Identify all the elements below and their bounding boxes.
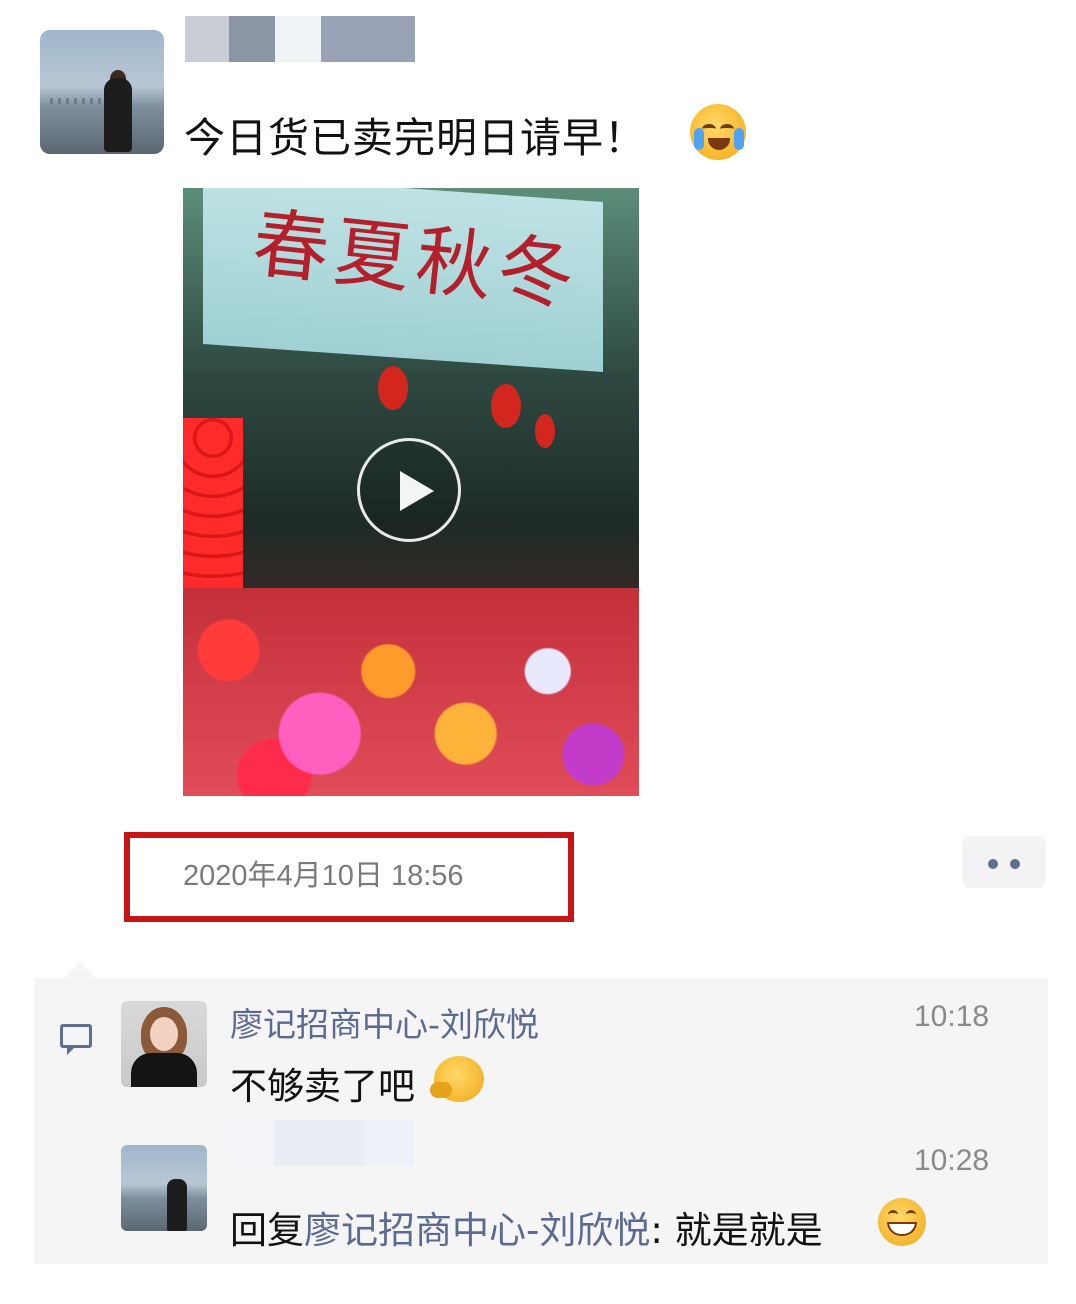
comment-text: 不够卖了吧 bbox=[230, 1065, 415, 1108]
emoji-hand bbox=[430, 1082, 452, 1098]
reply-separator: : bbox=[650, 1209, 675, 1252]
emoji-tear bbox=[694, 128, 704, 150]
blur-block bbox=[274, 1120, 364, 1166]
emoji-teeth bbox=[887, 1222, 917, 1236]
blur-block bbox=[185, 16, 229, 62]
avatar-birds bbox=[50, 98, 110, 104]
emoji-eye bbox=[888, 1210, 898, 1219]
commenter-name[interactable]: 廖记招商中心-刘欣悦 bbox=[230, 998, 539, 1046]
timestamp-highlight-box bbox=[124, 832, 574, 922]
blur-block bbox=[229, 16, 275, 62]
poster-name-blurred[interactable] bbox=[185, 16, 415, 62]
replier-name-blurred[interactable] bbox=[228, 1120, 414, 1166]
reply-prefix: 回复 bbox=[230, 1209, 304, 1252]
avatar-person bbox=[167, 1179, 187, 1231]
laugh-cry-emoji bbox=[690, 104, 746, 160]
blur-block bbox=[321, 16, 415, 62]
avatar-body bbox=[131, 1053, 197, 1087]
lantern bbox=[535, 414, 555, 448]
commenter-avatar[interactable] bbox=[121, 1001, 207, 1087]
emoji-eye bbox=[906, 1210, 916, 1219]
emoji-mouth bbox=[708, 138, 730, 150]
dot bbox=[988, 859, 998, 869]
more-dots-icon[interactable] bbox=[962, 836, 1046, 888]
avatar-person bbox=[104, 78, 132, 152]
emoji-eye bbox=[720, 124, 734, 134]
blur-block bbox=[228, 1120, 274, 1166]
comment-time: 10:28 bbox=[914, 1144, 990, 1177]
flower-baskets bbox=[183, 588, 639, 796]
lantern bbox=[378, 366, 408, 410]
reply-text-line: 回复廖记招商中心-刘欣悦: 就是就是 bbox=[230, 1200, 823, 1254]
emoji-tear bbox=[734, 128, 744, 150]
reply-body: 就是就是 bbox=[674, 1209, 823, 1252]
lantern bbox=[491, 384, 521, 428]
replier-avatar[interactable] bbox=[121, 1145, 207, 1231]
post-text: 今日货已卖完明日请早！ bbox=[184, 114, 646, 162]
video-thumbnail[interactable]: 春夏秋冬 bbox=[183, 188, 639, 796]
comments-caret bbox=[64, 962, 96, 978]
blur-block bbox=[364, 1120, 414, 1166]
comment-icon bbox=[60, 1024, 92, 1055]
avatar-face bbox=[150, 1017, 178, 1051]
thinking-emoji bbox=[430, 1056, 484, 1102]
emoji-eye bbox=[702, 124, 716, 134]
reply-mention[interactable]: 廖记招商中心-刘欣悦 bbox=[304, 1209, 650, 1252]
grin-emoji bbox=[878, 1198, 926, 1246]
play-icon[interactable] bbox=[357, 438, 461, 542]
dot bbox=[1010, 859, 1020, 869]
comment-time: 10:18 bbox=[914, 1000, 990, 1033]
blur-block bbox=[275, 16, 321, 62]
poster-avatar[interactable] bbox=[40, 30, 164, 154]
